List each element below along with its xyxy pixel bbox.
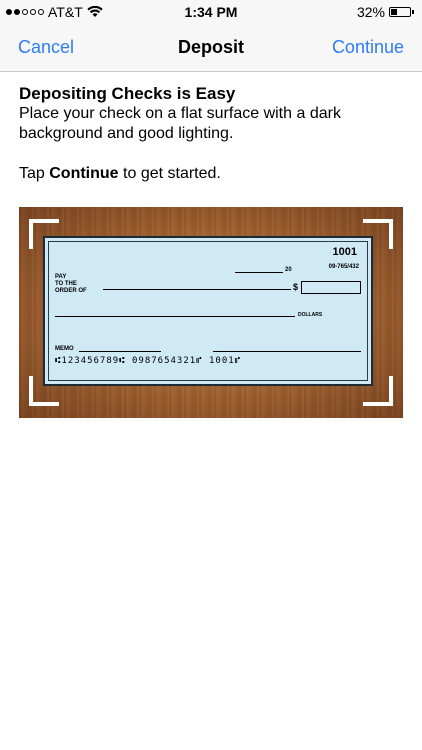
sample-check: 1001 20 09-765/432 PAY TO THE ORDER OF $… (43, 236, 373, 386)
tap-bold-continue: Continue (49, 165, 119, 182)
continue-button[interactable]: Continue (332, 37, 404, 58)
tap-continue-text: Tap Continue to get started. (19, 164, 409, 184)
check-payee-line (103, 289, 291, 290)
pay-label-line-2: TO THE (55, 281, 77, 287)
check-example-image: 1001 20 09-765/432 PAY TO THE ORDER OF $… (19, 207, 403, 418)
check-memo-label: MEMO (55, 346, 74, 352)
battery-tip (412, 10, 414, 14)
instructions-section: Depositing Checks is Easy Place your che… (19, 83, 409, 200)
check-date-suffix: 20 (285, 267, 292, 273)
check-date-line (235, 272, 283, 273)
status-bar: AT&T 1:34 PM 32% (0, 0, 422, 24)
instructions-text: Place your check on a flat surface with … (19, 105, 341, 142)
check-routing-fraction: 09-765/432 (328, 264, 359, 270)
pay-label-line-3: ORDER OF (55, 288, 87, 294)
check-micr-line: ⑆123456789⑆ 0987654321⑈ 1001⑈ (55, 356, 242, 366)
check-pay-label: PAY TO THE ORDER OF (55, 274, 87, 295)
battery-percent: 32% (356, 4, 385, 20)
instructions-heading: Depositing Checks is Easy (19, 84, 236, 103)
check-memo-line (79, 351, 161, 352)
nav-bar: Cancel Deposit Continue (0, 24, 422, 72)
status-right: 32% (357, 4, 414, 20)
battery-icon (389, 7, 411, 17)
check-amount-box (301, 281, 361, 294)
check-dollar-sign: $ (293, 282, 299, 292)
tap-prefix: Tap (19, 165, 50, 182)
check-signature-line (213, 351, 361, 352)
check-number: 1001 (332, 246, 357, 258)
pay-label-line-1: PAY (55, 274, 67, 280)
tap-suffix: to get started. (118, 165, 221, 182)
check-dollars-label: DOLLARS (298, 312, 323, 318)
check-dollars-line (55, 316, 295, 317)
